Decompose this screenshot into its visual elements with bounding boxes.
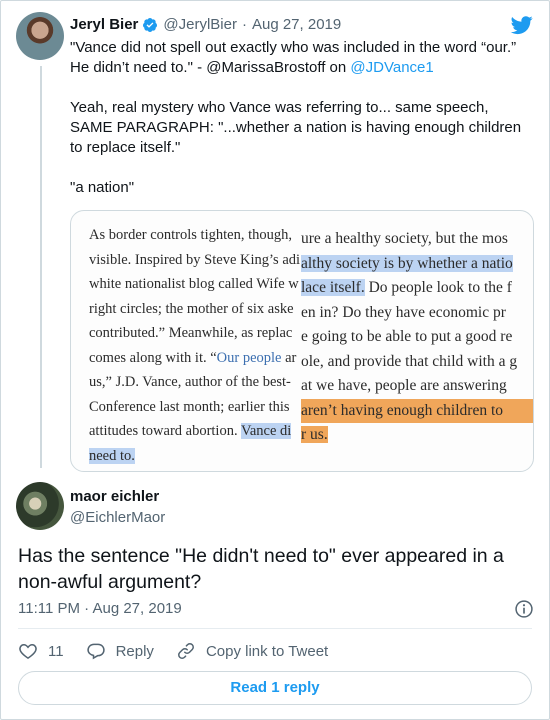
tweet-text-line: SAME PARAGRAPH: "...whether a nation is … (70, 119, 522, 136)
parent-tweet-text: "Vance did not spell out exactly who was… (70, 38, 532, 198)
book-line: As border controls tighten, though, (89, 227, 292, 243)
book-page-left: As border controls tighten, though, visi… (89, 223, 301, 468)
book-line: en in? Do they have economic pr (301, 303, 506, 321)
reply-bubble-icon (86, 643, 105, 660)
book-line: us,” J.D. Vance, author of the best- (89, 374, 291, 390)
book-line: aren’t having enough children to (301, 398, 533, 423)
book-highlight-blue: Vance di (240, 423, 292, 439)
avatar-maor-eichler[interactable] (16, 482, 64, 530)
tweet-text-line: "Vance did not spell out exactly who was… (70, 39, 517, 56)
attached-image[interactable]: As border controls tighten, though, visi… (70, 210, 534, 472)
book-highlight-link: Our people (216, 349, 282, 366)
book-line: ole, and provide that child with a g (301, 352, 518, 370)
book-highlight-blue: lace itself. (301, 279, 365, 296)
tweet-text-segment: He didn’t need to." - @MarissaBrostoff o… (70, 59, 351, 76)
book-line: right circles; the mother of six aske (89, 300, 294, 317)
book-line-segment: comes along with it. “ (89, 349, 217, 366)
tweet-timestamp[interactable]: 11:11 PM · Aug 27, 2019 (18, 600, 182, 617)
book-highlight-orange: aren’t having enough children to (301, 398, 533, 423)
thread-connector-line (40, 66, 42, 468)
book-line: at we have, people are answering (301, 377, 507, 394)
copy-link-label: Copy link to Tweet (205, 642, 329, 660)
verified-badge-icon (143, 17, 158, 32)
book-page-right: ure a healthy society, but the mos althy… (301, 227, 533, 448)
book-line: r us. (301, 423, 533, 448)
tweet-text-line: to replace itself." (70, 139, 181, 156)
heart-icon (19, 643, 37, 659)
book-line-segment: ar (281, 349, 297, 366)
book-line-segment: Do people look to the f (364, 279, 512, 296)
divider (18, 628, 532, 629)
reply-tweet-text: Has the sentence "He didn't need to" eve… (18, 545, 504, 593)
read-replies-button[interactable]: Read 1 reply (18, 671, 532, 705)
like-count: 11 (48, 642, 64, 660)
date-separator: · (241, 16, 247, 33)
book-line: white nationalist blog called Wife w (89, 276, 299, 292)
book-line: comes along with it. “Our people ar (89, 346, 301, 371)
book-line: need to. (89, 444, 301, 469)
book-highlight-blue: althy society is by whether a natio (301, 254, 513, 272)
author-handle[interactable]: @JerylBier (163, 16, 237, 33)
action-bar: 11 Reply Copy link to Tweet (18, 641, 350, 661)
reply-author-name[interactable]: maor eichler (70, 488, 159, 505)
reply-label: Reply (115, 642, 154, 660)
book-line: Conference last month; earlier this (89, 398, 290, 415)
tweet-text-line: "a nation" (70, 179, 135, 196)
info-icon[interactable] (514, 599, 534, 619)
tweet-text-line: Yeah, real mystery who Vance was referri… (70, 99, 489, 116)
mention-link[interactable]: @JDVance1 (350, 59, 433, 76)
tweet-date[interactable]: Aug 27, 2019 (252, 16, 341, 33)
tweet-text-line: He didn’t need to." - @MarissaBrostoff o… (70, 58, 532, 78)
book-line: ure a healthy society, but the mos (301, 230, 508, 247)
link-icon (177, 643, 194, 659)
book-highlight-blue: need to. (89, 447, 135, 464)
book-line: e going to be able to put a good re (301, 328, 513, 345)
parent-tweet-header: Jeryl Bier @JerylBier · Aug 27, 2019 (70, 16, 341, 33)
book-line: attitudes toward abortion. Vance di (89, 419, 301, 444)
book-line: althy society is by whether a natio (301, 252, 533, 277)
copy-link-button[interactable]: Copy link to Tweet (176, 641, 328, 661)
reply-button[interactable]: Reply (86, 641, 154, 661)
book-line: lace itself. Do people look to the f (301, 276, 533, 301)
reply-author-handle[interactable]: @EichlerMaor (70, 509, 165, 526)
twitter-bird-icon[interactable] (510, 14, 534, 36)
book-line-segment: attitudes toward abortion. (89, 423, 241, 439)
book-line: contributed.” Meanwhile, as replac (89, 325, 293, 341)
avatar-jeryl-bier[interactable] (16, 12, 64, 60)
like-button[interactable]: 11 (18, 641, 64, 661)
book-line: visible. Inspired by Steve King’s adi (89, 251, 301, 268)
book-highlight-orange: r us. (301, 426, 328, 443)
author-name[interactable]: Jeryl Bier (70, 16, 138, 33)
